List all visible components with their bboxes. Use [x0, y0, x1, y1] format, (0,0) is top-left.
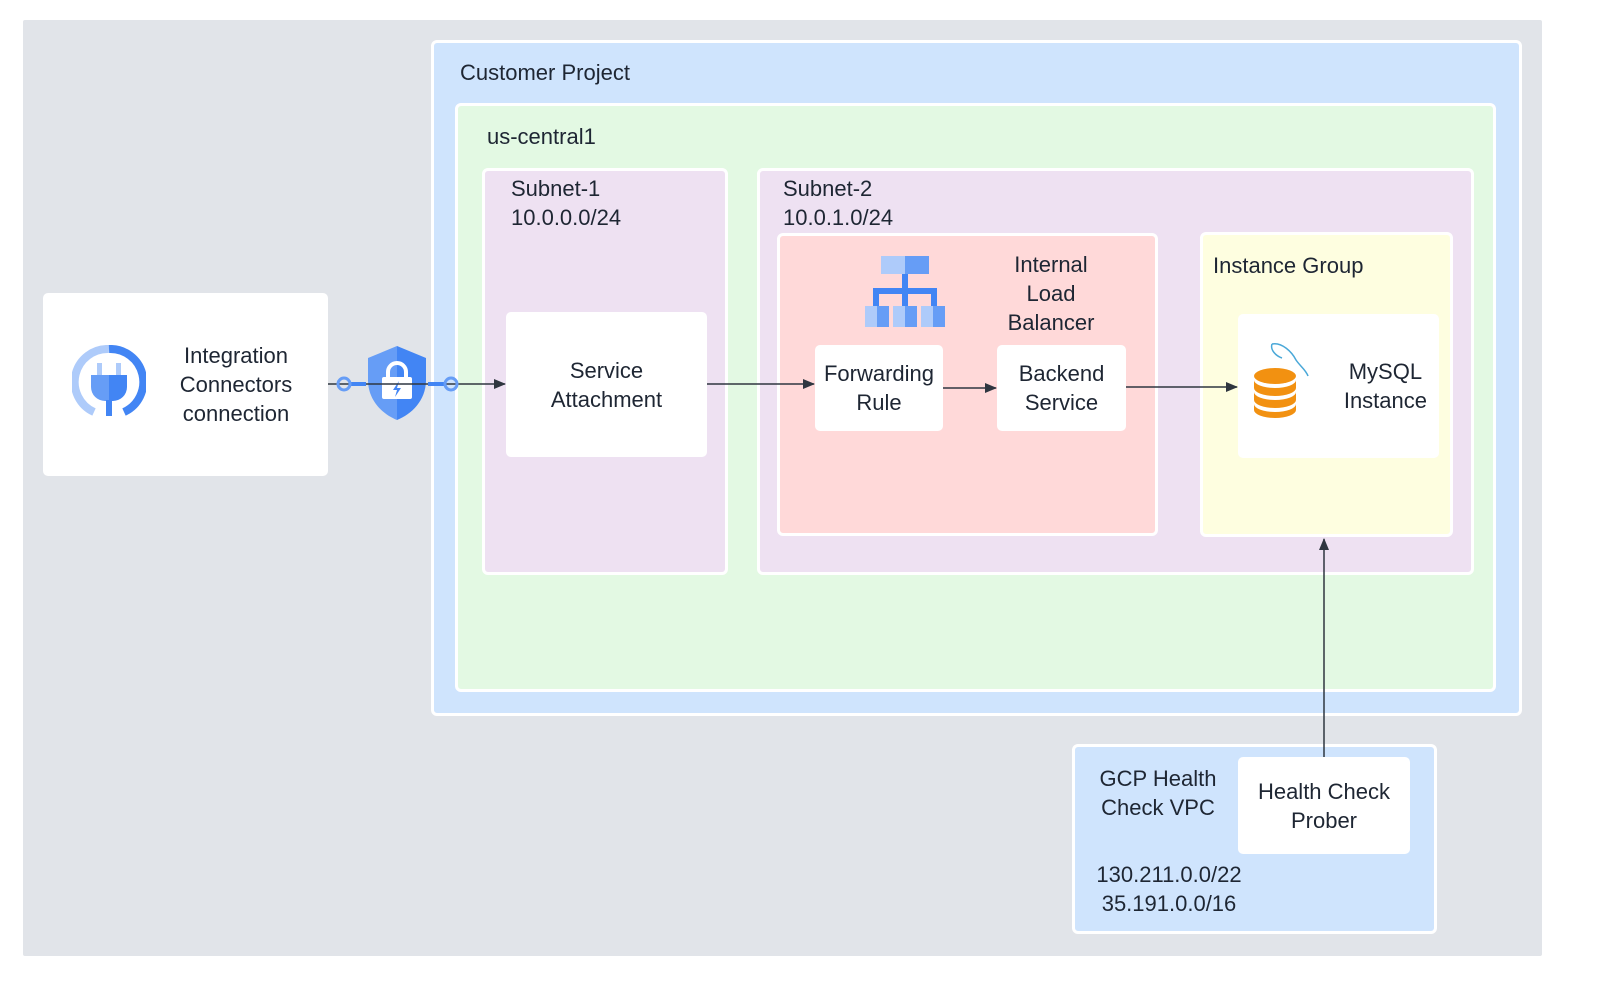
subnet-1-cidr: 10.0.0.0/24	[511, 205, 622, 230]
region-label: us-central1	[487, 124, 596, 149]
subnet-2-name: Subnet-2	[783, 176, 873, 201]
backend-service-node[interactable]: Backend Service	[997, 345, 1126, 431]
subnet-1-name: Subnet-1	[511, 176, 601, 201]
instance-group-label: Instance Group	[1213, 253, 1364, 278]
service-attachment-node[interactable]: Service Attachment	[506, 312, 707, 457]
mysql-database-icon	[1254, 343, 1309, 418]
integration-connectors-icon	[72, 345, 146, 416]
mysql-instance-label: MySQL Instance	[1343, 359, 1427, 413]
private-service-connect-shield-icon	[368, 346, 426, 420]
gcp-health-check-vpc-label: GCP Health Check VPC	[1099, 766, 1217, 820]
integration-connectors-label: Integration Connectors connection	[179, 343, 293, 426]
health-check-prober-node[interactable]: Health Check Prober	[1238, 757, 1410, 854]
load-balancer-icon	[865, 256, 945, 327]
forwarding-rule-node[interactable]: Forwarding Rule	[815, 345, 943, 431]
customer-project-label: Customer Project	[460, 60, 630, 85]
load-balancer-label: Internal Load Balancer	[1007, 252, 1095, 335]
health-check-ip-ranges: 130.211.0.0/22 35.191.0.0/16	[1096, 862, 1242, 916]
subnet-2-cidr: 10.0.1.0/24	[783, 205, 894, 230]
